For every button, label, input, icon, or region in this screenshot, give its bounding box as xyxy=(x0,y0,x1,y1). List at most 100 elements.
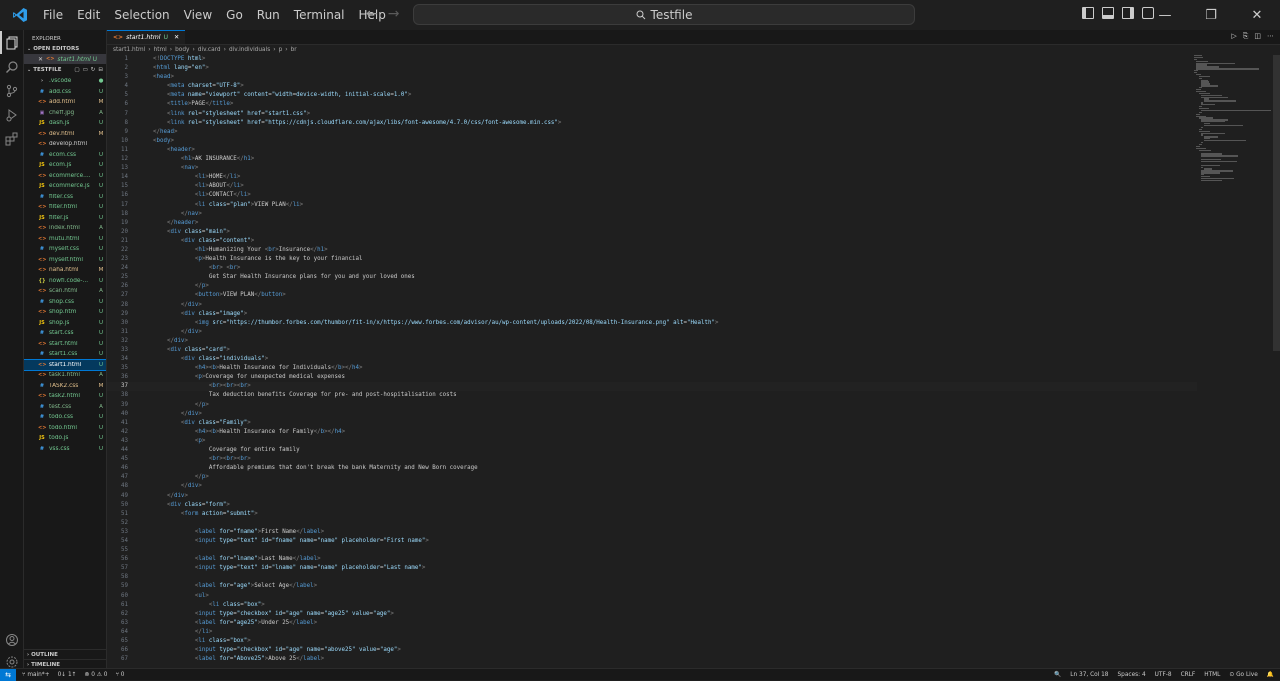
code-line[interactable]: 29 <div class="image"> xyxy=(107,310,1197,319)
code-line[interactable]: 8 <link rel="stylesheet" href="https://c… xyxy=(107,119,1197,128)
code-line[interactable]: 27 <button>VIEW PLAN</button> xyxy=(107,291,1197,300)
code-line[interactable]: 49 </div> xyxy=(107,492,1197,501)
code-line[interactable]: 62 <input type="checkbox" id="age" name=… xyxy=(107,610,1197,619)
code-line[interactable]: 15 <li>ABOUT</li> xyxy=(107,182,1197,191)
code-line[interactable]: 33 <div class="card"> xyxy=(107,346,1197,355)
code-line[interactable]: 7 <link rel="stylesheet" href="start1.cs… xyxy=(107,110,1197,119)
file-item[interactable]: <> shop.htm U xyxy=(24,307,106,318)
code-line[interactable]: 21 <div class="content"> xyxy=(107,237,1197,246)
file-item[interactable]: # test.css A xyxy=(24,402,106,413)
file-item[interactable]: <> mutu.html U xyxy=(24,234,106,245)
minimize-button[interactable]: — xyxy=(1142,0,1188,30)
toggle-primary-sidebar-icon[interactable] xyxy=(1082,7,1094,19)
code-line[interactable]: 31 </div> xyxy=(107,328,1197,337)
code-line[interactable]: 55 xyxy=(107,546,1197,555)
file-item[interactable]: <> ecommerce.... U xyxy=(24,171,106,182)
menu-file[interactable]: File xyxy=(36,0,70,30)
code-line[interactable]: 18 </nav> xyxy=(107,210,1197,219)
file-item[interactable]: <> filter.html U xyxy=(24,202,106,213)
close-icon[interactable]: ✕ xyxy=(38,56,43,63)
code-line[interactable]: 43 <p> xyxy=(107,437,1197,446)
file-item[interactable]: {} nowfl.code-... U xyxy=(24,276,106,287)
code-line[interactable]: 40 </div> xyxy=(107,410,1197,419)
menu-run[interactable]: Run xyxy=(250,0,287,30)
close-window-button[interactable]: ✕ xyxy=(1234,0,1280,30)
file-item[interactable]: <> dev.html M xyxy=(24,129,106,140)
command-center-search[interactable]: Testfile xyxy=(413,4,915,25)
code-line[interactable]: 41 <div class="Family"> xyxy=(107,419,1197,428)
code-line[interactable]: 65 <li class="box"> xyxy=(107,637,1197,646)
code-line[interactable]: 51 <form action="submit"> xyxy=(107,510,1197,519)
file-item[interactable]: # add.css U xyxy=(24,87,106,98)
code-line[interactable]: 22 <h1>Humanizing Your <br>Insurance</h1… xyxy=(107,246,1197,255)
vertical-scrollbar[interactable] xyxy=(1273,55,1280,351)
code-line[interactable]: 13 <nav> xyxy=(107,164,1197,173)
notifications-icon[interactable]: 🔔 xyxy=(1267,672,1274,678)
file-item[interactable]: # myself.css U xyxy=(24,244,106,255)
file-item[interactable]: # TASK2.css M xyxy=(24,381,106,392)
file-item[interactable]: JS ecom.js U xyxy=(24,160,106,171)
breadcrumb-item[interactable]: p xyxy=(279,47,283,53)
code-line[interactable]: 1 <!DOCTYPE html> xyxy=(107,55,1197,64)
folder-header[interactable]: ⌄ TESTFILE ▢ ▭ ↻ ⊟ xyxy=(24,65,106,75)
tab-start1-html[interactable]: <> start1.html U ✕ xyxy=(107,30,186,44)
sync-status[interactable]: 0↓ 1↑ xyxy=(58,672,77,678)
encoding[interactable]: UTF-8 xyxy=(1155,672,1172,678)
code-line[interactable]: 11 <header> xyxy=(107,146,1197,155)
extensions-icon[interactable] xyxy=(0,127,23,150)
remote-indicator-icon[interactable]: ⇆ xyxy=(0,668,16,681)
code-line[interactable]: 54 <input type="text" id="fname" name="n… xyxy=(107,537,1197,546)
file-item[interactable]: <> start.html U xyxy=(24,339,106,350)
new-folder-icon[interactable]: ▭ xyxy=(83,67,88,73)
code-line[interactable]: 50 <div class="form"> xyxy=(107,501,1197,510)
forward-arrow-icon[interactable]: → xyxy=(388,6,400,22)
refresh-icon[interactable]: ↻ xyxy=(91,67,96,73)
file-item[interactable]: <> start1.html U xyxy=(24,358,106,371)
code-line[interactable]: 67 <label for="Above25">Above 25</label> xyxy=(107,655,1197,664)
branch-status[interactable]: ⑂ main*+ xyxy=(22,672,50,678)
maximize-button[interactable]: ❐ xyxy=(1188,0,1234,30)
code-line[interactable]: 44 Coverage for entire family xyxy=(107,446,1197,455)
code-line[interactable]: 34 <div class="individuals"> xyxy=(107,355,1197,364)
code-line[interactable]: 32 </div> xyxy=(107,337,1197,346)
search-icon[interactable] xyxy=(0,55,23,78)
code-line[interactable]: 58 xyxy=(107,573,1197,582)
open-editors-header[interactable]: ⌄ OPEN EDITORS xyxy=(24,44,106,54)
more-actions-icon[interactable]: ⋯ xyxy=(1267,32,1274,41)
code-line[interactable]: 66 <input type="checkbox" id="age" name=… xyxy=(107,646,1197,655)
open-changes-icon[interactable]: ⎘ xyxy=(1243,32,1249,41)
code-line[interactable]: 3 <head> xyxy=(107,73,1197,82)
code-line[interactable]: 17 <li class="plan">VIEW PLAN</li> xyxy=(107,201,1197,210)
code-line[interactable]: 45 <br><br><br> xyxy=(107,455,1197,464)
file-item[interactable]: <> todo.html U xyxy=(24,423,106,434)
code-line[interactable]: 46 Affordable premiums that don't break … xyxy=(107,464,1197,473)
code-line[interactable]: 14 <li>HOME</li> xyxy=(107,173,1197,182)
timeline-header[interactable]: › TIMELINE xyxy=(24,659,106,668)
code-line[interactable]: 9 </head> xyxy=(107,128,1197,137)
toggle-panel-icon[interactable] xyxy=(1102,7,1114,19)
breadcrumb-item[interactable]: html xyxy=(154,47,167,53)
back-arrow-icon[interactable]: ← xyxy=(366,6,378,22)
file-item[interactable]: JS filter.js U xyxy=(24,213,106,224)
code-line[interactable]: 47 </p> xyxy=(107,473,1197,482)
code-line[interactable]: 12 <h1>AK INSURANCE</h1> xyxy=(107,155,1197,164)
breadcrumb-item[interactable]: start1.html xyxy=(113,47,145,53)
file-item[interactable]: # ecom.css U xyxy=(24,150,106,161)
run-debug-icon[interactable] xyxy=(0,103,23,126)
zoom-icon[interactable]: 🔍 xyxy=(1054,672,1061,678)
menu-go[interactable]: Go xyxy=(219,0,250,30)
menu-selection[interactable]: Selection xyxy=(107,0,176,30)
breadcrumb-item[interactable]: div.individuals xyxy=(229,47,270,53)
file-item[interactable]: # vss.css U xyxy=(24,444,106,455)
code-line[interactable]: 59 <label for="age">Select Age</label> xyxy=(107,582,1197,591)
menu-edit[interactable]: Edit xyxy=(70,0,107,30)
code-line[interactable]: 57 <input type="text" id="lname" name="n… xyxy=(107,564,1197,573)
code-line[interactable]: 23 <p>Health Insurance is the key to you… xyxy=(107,255,1197,264)
code-editor[interactable]: 1 <!DOCTYPE html> 2 <html lang="en"> 3 <head>… xyxy=(107,55,1197,664)
new-file-icon[interactable]: ▢ xyxy=(74,67,79,73)
file-item[interactable]: <> task1.html A xyxy=(24,370,106,381)
code-line[interactable]: 38 Tax deduction benefits Coverage for p… xyxy=(107,391,1197,400)
source-control-icon[interactable] xyxy=(0,79,23,102)
code-line[interactable]: 26 </p> xyxy=(107,282,1197,291)
account-icon[interactable] xyxy=(0,628,23,651)
